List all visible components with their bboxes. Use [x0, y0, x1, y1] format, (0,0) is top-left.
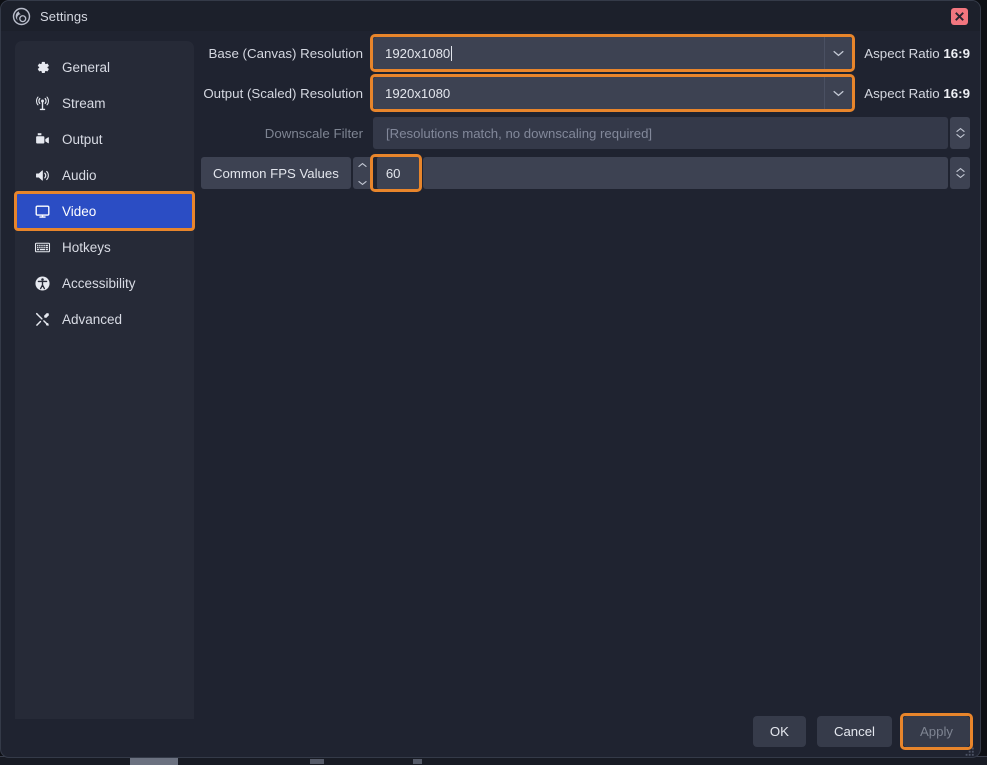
output-resolution-combobox[interactable]: 1920x1080 [373, 77, 853, 109]
cancel-button[interactable]: Cancel [816, 716, 892, 747]
chevron-up-icon [358, 155, 367, 173]
window-body: General Stream Output Audio Video Hotkey… [1, 31, 980, 757]
output-resolution-dropdown-button[interactable] [824, 77, 853, 109]
chevron-down-icon [833, 50, 844, 56]
sidebar-item-output[interactable]: Output [16, 121, 193, 157]
output-aspect-ratio: Aspect Ratio 16:9 [864, 86, 970, 101]
base-aspect-ratio: Aspect Ratio 16:9 [864, 46, 970, 61]
output-aspect-ratio-label: Aspect Ratio [864, 85, 940, 101]
sidebar-item-stream[interactable]: Stream [16, 85, 193, 121]
sidebar-item-accessibility[interactable]: Accessibility [16, 265, 193, 301]
downscale-filter-row: Downscale Filter [Resolutions match, no … [201, 117, 970, 149]
fps-mode-spinner[interactable] [352, 155, 373, 191]
output-resolution-highlight: 1920x1080 [369, 74, 856, 112]
base-resolution-value: 1920x1080 [385, 45, 451, 61]
base-aspect-ratio-label: Aspect Ratio [864, 45, 940, 61]
video-settings-panel: Base (Canvas) Resolution 1920x1080 Aspec… [201, 34, 970, 757]
sidebar-item-label: Hotkeys [62, 239, 111, 255]
gear-icon [33, 58, 51, 76]
apply-button-highlight: Apply [900, 713, 973, 750]
settings-window: Settings General Stream Output Audio Vid… [0, 0, 981, 758]
background-window-item-2 [310, 759, 324, 764]
settings-sidebar: General Stream Output Audio Video Hotkey… [14, 41, 195, 719]
sidebar-item-hotkeys[interactable]: Hotkeys [16, 229, 193, 265]
sidebar-item-label: Advanced [62, 311, 123, 327]
monitor-icon [33, 202, 51, 220]
sidebar-item-video[interactable]: Video [14, 191, 195, 231]
sidebar-item-advanced[interactable]: Advanced [16, 301, 193, 337]
chevron-down-icon [955, 133, 965, 139]
chevron-down-icon [955, 173, 965, 179]
fps-value-spinner[interactable] [950, 157, 970, 189]
sidebar-item-audio[interactable]: Audio [16, 157, 193, 193]
base-aspect-ratio-value: 16:9 [943, 45, 970, 61]
sidebar-item-label: Audio [62, 167, 97, 183]
broadcast-icon [33, 94, 51, 112]
output-resolution-row: Output (Scaled) Resolution 1920x1080 Asp… [201, 74, 970, 112]
background-window-item-1 [130, 758, 178, 765]
base-resolution-dropdown-button[interactable] [824, 37, 853, 69]
fps-mode-combobox[interactable]: Common FPS Values [201, 157, 351, 189]
accessibility-icon [33, 274, 51, 292]
sidebar-item-label: Accessibility [62, 275, 136, 291]
speaker-icon [33, 166, 51, 184]
ok-button[interactable]: OK [752, 716, 806, 747]
output-resolution-label: Output (Scaled) Resolution [203, 85, 363, 101]
dialog-footer: OK Cancel Apply [752, 713, 973, 750]
fps-value-highlight: 60 [369, 154, 422, 192]
text-cursor [451, 45, 453, 61]
downscale-filter-label: Downscale Filter [264, 125, 363, 141]
background-window-item-3 [413, 759, 422, 764]
sidebar-item-label: Stream [62, 95, 106, 111]
sidebar-item-general[interactable]: General [16, 49, 193, 85]
downscale-filter-field: [Resolutions match, no downscaling requi… [373, 117, 948, 149]
video-camera-icon [33, 130, 51, 148]
base-resolution-highlight: 1920x1080 [369, 34, 856, 72]
base-resolution-value-wrap[interactable]: 1920x1080 [373, 37, 824, 69]
sidebar-item-label: Output [62, 131, 103, 147]
output-aspect-ratio-value: 16:9 [943, 85, 970, 101]
resize-grip[interactable] [964, 744, 975, 756]
close-button[interactable] [951, 8, 968, 25]
title-bar[interactable]: Settings [1, 1, 980, 31]
fps-row-filler [422, 157, 948, 189]
base-resolution-row: Base (Canvas) Resolution 1920x1080 Aspec… [201, 34, 970, 72]
fps-row: Common FPS Values 60 [201, 154, 970, 192]
obs-logo-icon [12, 7, 31, 26]
window-title: Settings [40, 8, 88, 24]
downscale-filter-spinner[interactable] [950, 117, 970, 149]
tools-icon [33, 310, 51, 328]
sidebar-item-label: General [62, 59, 111, 75]
apply-button[interactable]: Apply [903, 716, 970, 747]
sidebar-item-label: Video [62, 203, 97, 219]
base-resolution-combobox[interactable]: 1920x1080 [373, 37, 853, 69]
fps-value-field[interactable]: 60 [376, 157, 419, 189]
output-resolution-value[interactable]: 1920x1080 [373, 77, 824, 109]
keyboard-icon [33, 238, 51, 256]
base-resolution-label: Base (Canvas) Resolution [208, 45, 363, 61]
close-icon [955, 12, 964, 21]
chevron-down-icon [358, 173, 367, 191]
chevron-down-icon [833, 90, 844, 96]
